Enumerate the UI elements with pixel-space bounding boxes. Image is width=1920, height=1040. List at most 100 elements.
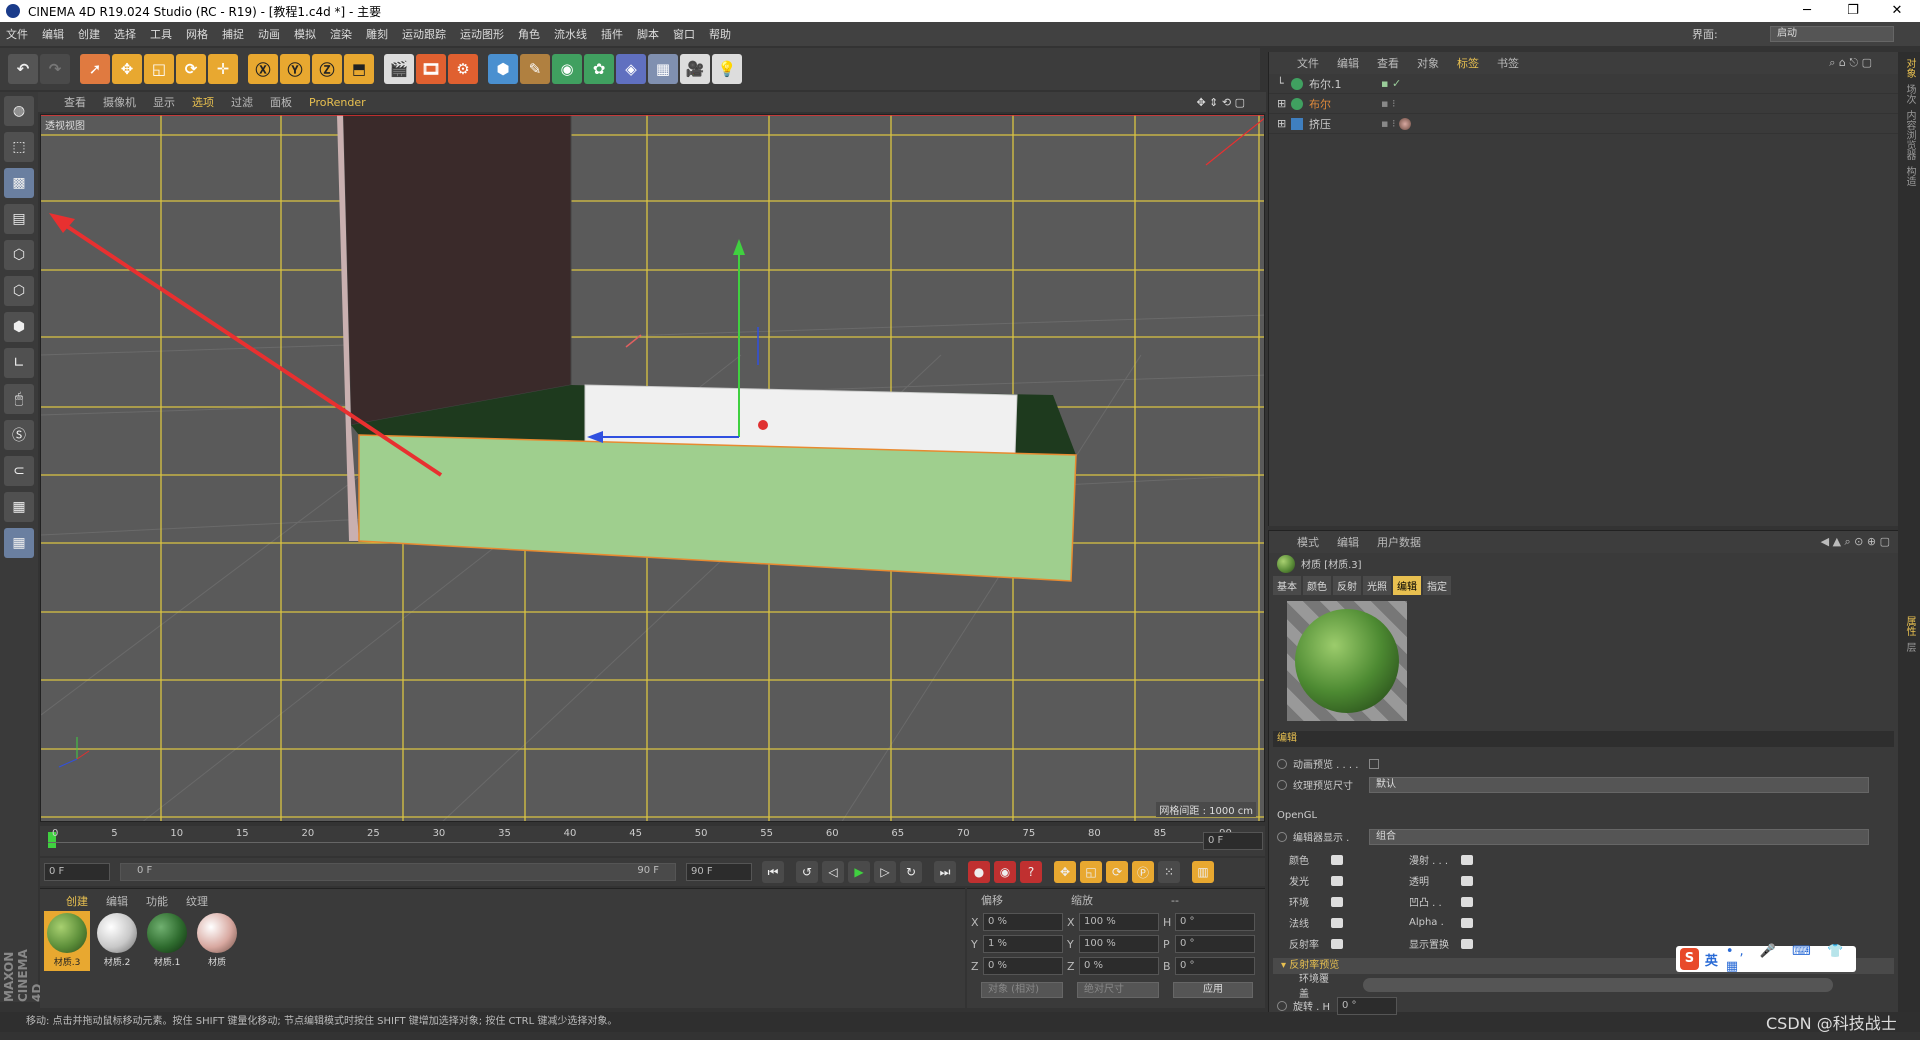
rotation-h-field[interactable]: 0 ° (1175, 913, 1255, 931)
mat-menu-texture[interactable]: 纹理 (186, 893, 208, 909)
go-to-end-icon[interactable]: ⏭ (934, 861, 956, 883)
light-icon[interactable]: 💡 (712, 54, 742, 84)
menu-character[interactable]: 角色 (518, 26, 540, 42)
menu-motion-tracking[interactable]: 运动跟踪 (402, 26, 446, 42)
menu-mograph[interactable]: 运动图形 (460, 26, 504, 42)
menu-animate[interactable]: 动画 (258, 26, 280, 42)
channel-eye-icon[interactable] (1331, 854, 1343, 865)
rotate-tool-icon[interactable]: ⟳ (176, 54, 206, 84)
model-mode-icon[interactable]: ⬚ (4, 132, 34, 162)
dock-tab-attributes[interactable]: 属性 (1902, 616, 1917, 636)
scale-tool-icon[interactable]: ◱ (144, 54, 174, 84)
z-axis-handle[interactable] (758, 420, 768, 430)
channel-eye-icon[interactable] (1461, 854, 1473, 865)
obj-menu-edit[interactable]: 编辑 (1337, 55, 1359, 71)
menu-window[interactable]: 窗口 (673, 26, 695, 42)
play-icon[interactable]: ▶ (848, 861, 870, 883)
obj-search-home-icons[interactable]: ⌕ ⌂ ⎋ ▢ (1829, 56, 1872, 70)
menu-render[interactable]: 渲染 (330, 26, 352, 42)
menu-mesh[interactable]: 网格 (186, 26, 208, 42)
object-row[interactable]: ⊞ 布尔 ▪ ⁝ (1269, 94, 1898, 114)
menu-sculpt[interactable]: 雕刻 (366, 26, 388, 42)
apply-button[interactable]: 应用 (1173, 982, 1253, 998)
offset-x-field[interactable]: 0 % (983, 913, 1063, 931)
subdivision-nurbs-icon[interactable]: ◉ (552, 54, 582, 84)
menu-help[interactable]: 帮助 (709, 26, 731, 42)
channel-eye-icon[interactable] (1461, 917, 1473, 928)
tex-size-dropdown[interactable]: 默认 (1369, 776, 1869, 793)
material-swatch[interactable]: 材质 (194, 911, 240, 971)
viewport-nav-icon[interactable]: ✥ ⇕ ⟲ ▢ (1196, 96, 1245, 109)
x-axis-lock-icon[interactable]: Ⓧ (248, 54, 278, 84)
key-position-icon[interactable]: ✥ (1054, 861, 1076, 883)
mat-menu-create[interactable]: 创建 (66, 893, 88, 909)
snap-icon[interactable]: Ⓢ (4, 420, 34, 450)
timeline-ruler[interactable]: 0 5 10 15 20 25 30 35 40 45 50 55 60 65 … (40, 826, 1265, 856)
z-axis-lock-icon[interactable]: Ⓩ (312, 54, 342, 84)
material-swatch[interactable]: 材质.1 (144, 911, 190, 971)
menu-select[interactable]: 选择 (114, 26, 136, 42)
visibility-toggle-icon[interactable]: ▪ ⁝ (1381, 117, 1395, 130)
record-keys-icon[interactable]: ● (968, 861, 990, 883)
vp-menu-cameras[interactable]: 摄像机 (103, 94, 136, 110)
cloner-mograph-icon[interactable]: ✿ (584, 54, 614, 84)
attr-menu-edit[interactable]: 编辑 (1337, 534, 1359, 550)
keyframe-selection-icon[interactable]: ? (1020, 861, 1042, 883)
tab-basic[interactable]: 基本 (1273, 576, 1301, 595)
transform-tool-icon[interactable]: ✛ (208, 54, 238, 84)
dock-tab-layers[interactable]: 层 (1902, 642, 1917, 652)
layout-dropdown[interactable]: 启动 (1770, 26, 1894, 42)
move-tool-icon[interactable]: ✥ (112, 54, 142, 84)
autokey-icon[interactable]: ◉ (994, 861, 1016, 883)
obj-menu-bookmarks[interactable]: 书签 (1497, 55, 1519, 71)
edges-mode-icon[interactable]: ⬡ (4, 276, 34, 306)
maximize-button[interactable]: ❐ (1830, 0, 1876, 22)
material-swatch[interactable]: 材质.3 (44, 911, 90, 971)
vp-menu-view[interactable]: 查看 (64, 94, 86, 110)
render-view-icon[interactable]: 🎬 (384, 54, 414, 84)
menu-edit[interactable]: 编辑 (42, 26, 64, 42)
pen-spline-icon[interactable]: ✎ (520, 54, 550, 84)
vp-menu-prorender[interactable]: ProRender (309, 96, 366, 109)
key-rotation-icon[interactable]: ⟳ (1106, 861, 1128, 883)
scale-z-field[interactable]: 0 % (1079, 957, 1159, 975)
tab-editor[interactable]: 编辑 (1393, 576, 1421, 595)
menu-script[interactable]: 脚本 (637, 26, 659, 42)
menu-simulate[interactable]: 模拟 (294, 26, 316, 42)
undo-icon[interactable]: ↶ (8, 54, 38, 84)
rotation-p-field[interactable]: 0 ° (1175, 935, 1255, 953)
mat-menu-function[interactable]: 功能 (146, 893, 168, 909)
scale-x-field[interactable]: 100 % (1079, 913, 1159, 931)
floor-scene-icon[interactable]: ▦ (648, 54, 678, 84)
visibility-check-icon[interactable]: ▪ ✓ (1381, 77, 1401, 90)
channel-eye-icon[interactable] (1331, 938, 1343, 949)
timeline-layout-icon[interactable]: ▥ (1192, 861, 1214, 883)
grid-snap-icon[interactable]: ▦ (4, 528, 34, 558)
end-frame-field[interactable]: 90 F (686, 863, 752, 881)
menu-create[interactable]: 创建 (78, 26, 100, 42)
close-button[interactable]: ✕ (1874, 0, 1920, 22)
offset-z-field[interactable]: 0 % (983, 957, 1063, 975)
dock-tab-takes[interactable]: 场次 (1902, 84, 1917, 104)
points-mode-icon[interactable]: ⬡ (4, 240, 34, 270)
tab-assignment[interactable]: 指定 (1423, 576, 1451, 595)
axis-mode-icon[interactable]: ∟ (4, 348, 34, 378)
y-axis-lock-icon[interactable]: Ⓨ (280, 54, 310, 84)
rotate-h-field[interactable]: 0 ° (1337, 996, 1397, 1015)
channel-eye-icon[interactable] (1331, 875, 1343, 886)
camera-icon[interactable]: 🎥 (680, 54, 710, 84)
key-scale-icon[interactable]: ◱ (1080, 861, 1102, 883)
texture-mode-icon[interactable]: ▩ (4, 168, 34, 198)
tab-illumination[interactable]: 光照 (1363, 576, 1391, 595)
workplane-mode-icon[interactable]: ▤ (4, 204, 34, 234)
channel-eye-icon[interactable] (1461, 938, 1473, 949)
vp-menu-options[interactable]: 选项 (192, 94, 214, 110)
size-mode-dropdown[interactable]: 绝对尺寸 (1077, 982, 1159, 998)
channel-eye-icon[interactable] (1461, 896, 1473, 907)
visibility-toggle-icon[interactable]: ▪ ⁝ (1381, 97, 1395, 110)
channel-eye-icon[interactable] (1331, 917, 1343, 928)
coord-mode-dropdown[interactable]: 对象 (相对) (981, 982, 1063, 998)
minimize-button[interactable]: ─ (1784, 0, 1830, 22)
start-frame-field[interactable]: 0 F (44, 863, 110, 881)
redo-icon[interactable]: ↷ (40, 54, 70, 84)
